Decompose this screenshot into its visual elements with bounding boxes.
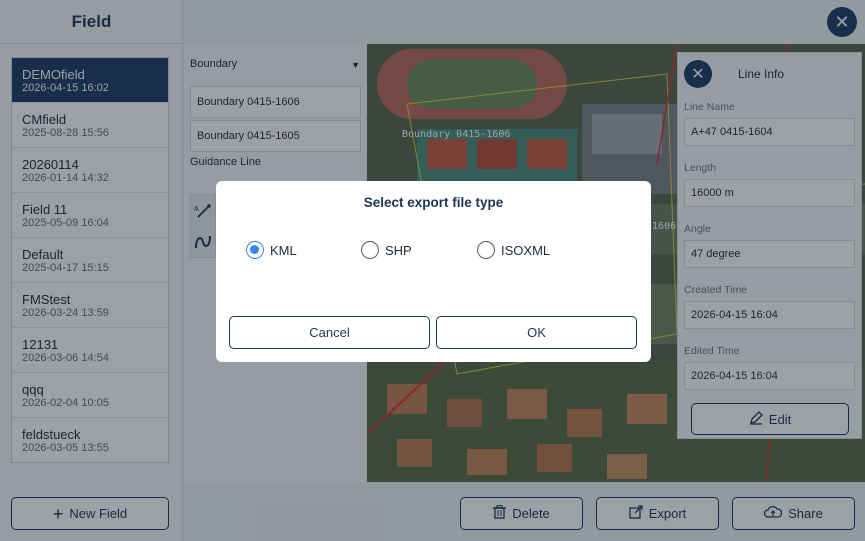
cancel-button[interactable]: Cancel bbox=[229, 316, 430, 349]
radio-unchecked-icon bbox=[361, 241, 379, 259]
radio-label: SHP bbox=[385, 242, 412, 258]
radio-unchecked-icon bbox=[477, 241, 495, 259]
radio-kml[interactable]: KML bbox=[246, 241, 297, 259]
radio-label: KML bbox=[270, 242, 297, 258]
radio-checked-icon bbox=[246, 241, 264, 259]
radio-shp[interactable]: SHP bbox=[361, 241, 412, 259]
ok-button[interactable]: OK bbox=[436, 316, 637, 349]
dialog-title: Select export file type bbox=[363, 195, 504, 210]
radio-isoxml[interactable]: ISOXML bbox=[477, 241, 550, 259]
radio-label: ISOXML bbox=[501, 242, 551, 258]
export-type-dialog: Select export file type KML SHP ISOXML C… bbox=[216, 181, 651, 362]
